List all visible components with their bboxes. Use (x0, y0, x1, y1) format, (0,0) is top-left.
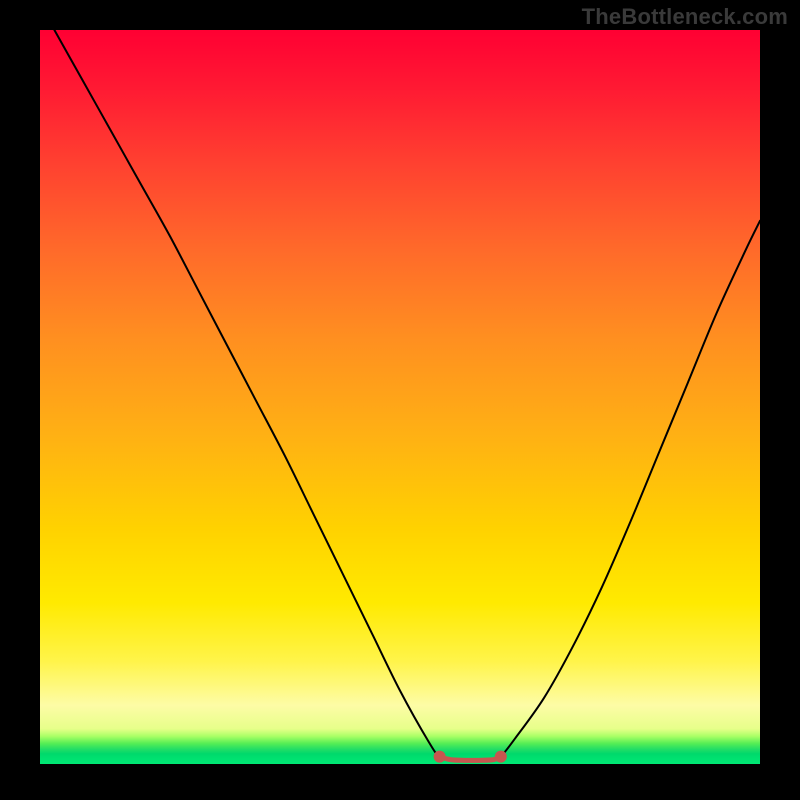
plot-area (40, 30, 760, 764)
highlight-start-marker (434, 751, 446, 763)
main-curve-group (54, 30, 760, 760)
highlight-group (434, 751, 507, 763)
watermark-text: TheBottleneck.com (582, 4, 788, 30)
curve-layer (40, 30, 760, 764)
highlight-end-marker (495, 751, 507, 763)
optimal-range-segment (440, 757, 501, 761)
bottleneck-curve (54, 30, 760, 760)
chart-stage: TheBottleneck.com (0, 0, 800, 800)
